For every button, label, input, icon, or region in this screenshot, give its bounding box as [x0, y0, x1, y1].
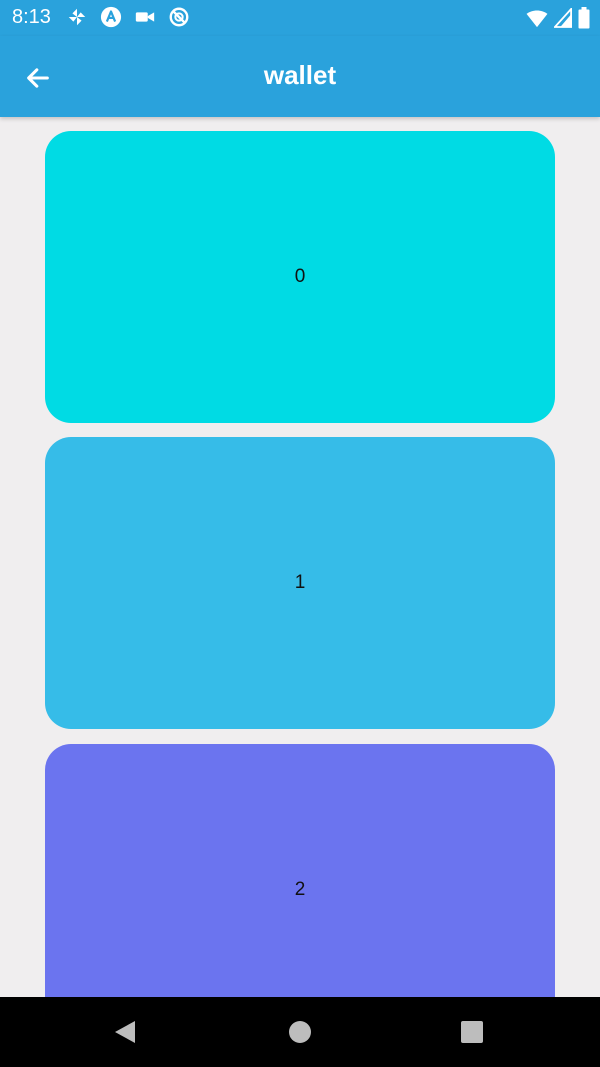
signal-icon — [554, 8, 572, 28]
no-sync-icon — [169, 7, 189, 27]
nav-home-button[interactable] — [260, 997, 340, 1067]
video-camera-icon — [135, 12, 155, 22]
home-circle-icon — [289, 1021, 311, 1043]
wallet-card-2[interactable]: 2 — [45, 744, 555, 997]
app-bar: wallet — [0, 36, 600, 117]
system-icons — [526, 7, 590, 29]
wifi-icon — [526, 10, 548, 28]
notification-icons — [66, 6, 190, 28]
recents-square-icon — [461, 1021, 483, 1043]
status-bar: 8:13 — [0, 0, 600, 36]
battery-icon — [578, 7, 590, 29]
nav-back-button[interactable] — [85, 997, 165, 1067]
pinwheel-icon — [68, 8, 86, 26]
card-label: 0 — [294, 266, 306, 287]
wallet-card-0[interactable]: 0 — [45, 131, 555, 423]
a-circle-icon — [100, 6, 122, 28]
status-time: 8:13 — [12, 6, 51, 28]
wallet-card-1[interactable]: 1 — [45, 437, 555, 729]
back-triangle-icon — [115, 1021, 135, 1043]
nav-recents-button[interactable] — [432, 997, 512, 1067]
navigation-bar — [0, 997, 600, 1067]
card-label: 2 — [294, 879, 306, 900]
wallet-card-list[interactable]: 0 1 2 — [0, 117, 600, 997]
page-title: wallet — [263, 60, 337, 90]
card-label: 1 — [294, 572, 306, 593]
